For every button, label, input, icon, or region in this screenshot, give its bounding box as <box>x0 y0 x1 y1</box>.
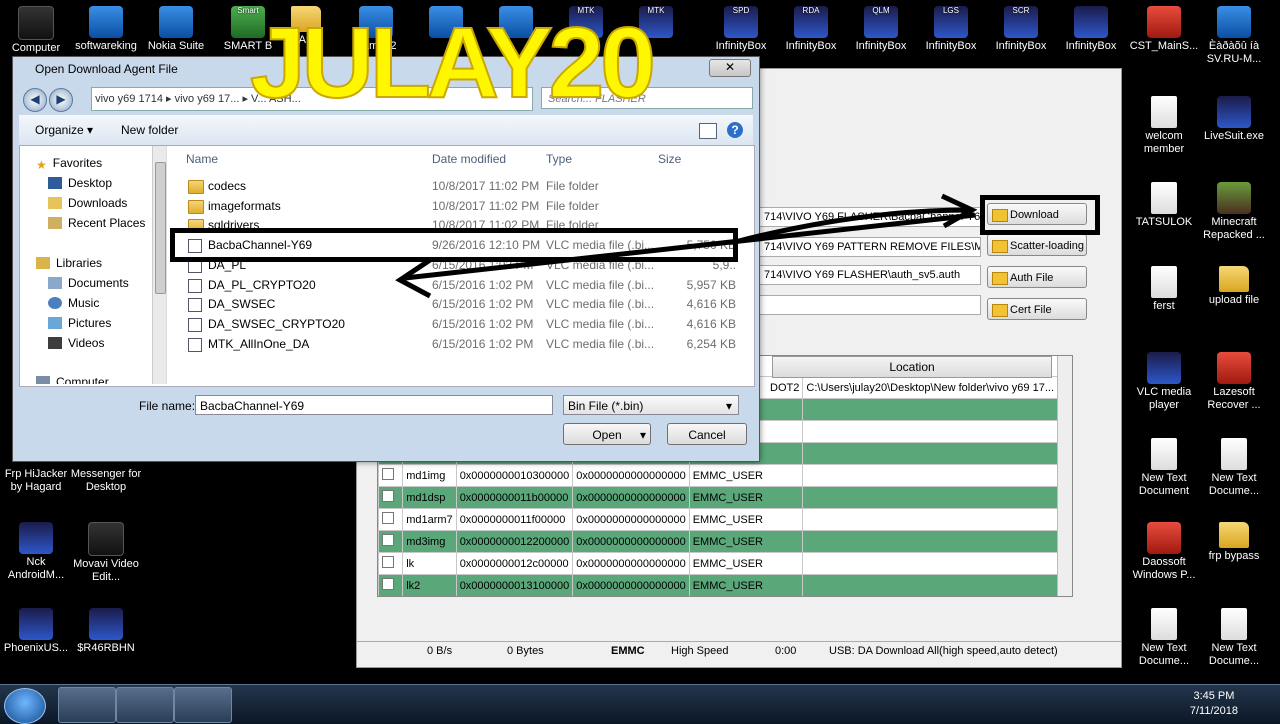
clock-date: 7/11/2018 <box>1189 705 1238 717</box>
firefox-taskbar-icon[interactable] <box>58 687 116 723</box>
taskbar: 3:45 PM 7/11/2018 <box>0 684 1280 724</box>
android-tool-taskbar-icon[interactable] <box>174 687 232 723</box>
start-button[interactable] <box>4 688 46 724</box>
clock[interactable]: 3:45 PM 7/11/2018 <box>1190 689 1238 719</box>
arrow-line <box>404 212 976 281</box>
computer-taskbar-icon[interactable] <box>116 687 174 723</box>
clock-time: 3:45 PM <box>1193 690 1235 702</box>
overlay-title: JULAY20 <box>249 7 657 119</box>
